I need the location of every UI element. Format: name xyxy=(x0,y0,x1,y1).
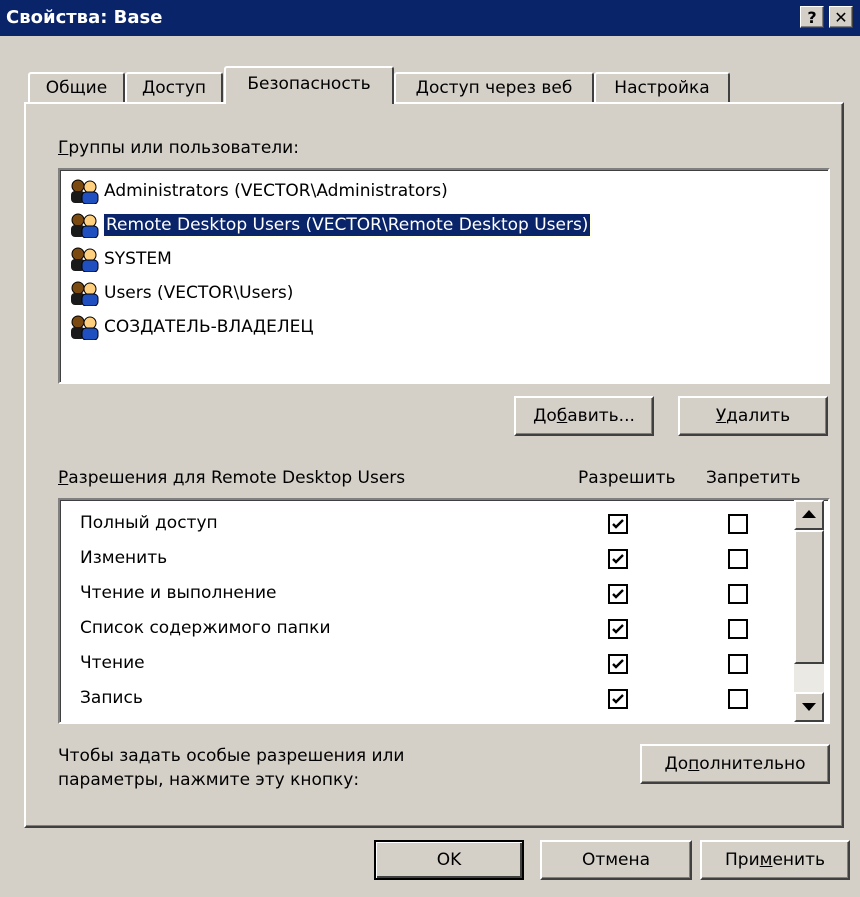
list-item-users[interactable]: Users (VECTOR\Users) xyxy=(68,276,297,310)
list-item-creator-owner[interactable]: СОЗДАТЕЛЬ-ВЛАДЕЛЕЦ xyxy=(68,310,318,344)
tab-web-sharing[interactable]: Доступ через веб xyxy=(394,72,594,102)
permissions-scrollbar[interactable] xyxy=(794,500,824,722)
tab-customize[interactable]: Настройка xyxy=(594,72,730,102)
window-title: Свойства: Base xyxy=(6,7,163,28)
tab-security[interactable]: Безопасность xyxy=(224,66,394,104)
security-panel: Группы или пользователи: Administrators … xyxy=(24,102,844,828)
ok-button[interactable]: OK xyxy=(374,840,524,880)
remove-button[interactable]: Удалить xyxy=(678,396,828,436)
advanced-hint: Чтобы задать особые разрешения или парам… xyxy=(58,746,405,790)
arrow-up-icon xyxy=(802,510,816,518)
list-item-remote-desktop-users[interactable]: Remote Desktop Users (VECTOR\Remote Desk… xyxy=(68,208,594,242)
deny-checkbox[interactable] xyxy=(728,549,748,569)
permission-row: Чтение и выполнение xyxy=(80,583,277,603)
permission-row: Запись xyxy=(80,688,143,708)
advanced-button[interactable]: Дополнительно xyxy=(640,744,830,784)
user-group-icon xyxy=(71,281,99,306)
scroll-down-button[interactable] xyxy=(794,692,824,722)
user-group-icon xyxy=(71,179,99,204)
allow-column-header: Разрешить xyxy=(578,468,676,488)
help-button[interactable]: ? xyxy=(800,6,824,28)
close-button[interactable]: ✕ xyxy=(829,6,853,28)
permission-row: Полный доступ xyxy=(80,513,218,533)
list-item-system[interactable]: SYSTEM xyxy=(68,242,176,276)
deny-checkbox[interactable] xyxy=(728,514,748,534)
allow-checkbox[interactable] xyxy=(608,514,628,534)
deny-checkbox[interactable] xyxy=(728,619,748,639)
arrow-down-icon xyxy=(802,703,816,711)
permission-row: Изменить xyxy=(80,548,168,568)
allow-checkbox[interactable] xyxy=(608,654,628,674)
list-item-administrators[interactable]: Administrators (VECTOR\Administrators) xyxy=(68,174,452,208)
deny-checkbox[interactable] xyxy=(728,654,748,674)
tab-general[interactable]: Общие xyxy=(28,72,125,102)
permissions-listbox[interactable]: Полный доступ Изменить Чтение и выполнен… xyxy=(58,498,830,724)
user-group-icon xyxy=(71,315,99,340)
groups-label: Группы или пользователи: xyxy=(58,138,299,158)
user-group-icon xyxy=(71,213,99,238)
deny-column-header: Запретить xyxy=(706,468,801,488)
apply-button[interactable]: Применить xyxy=(700,840,850,880)
add-button[interactable]: Добавить... xyxy=(514,396,654,436)
users-listbox[interactable]: Administrators (VECTOR\Administrators) R… xyxy=(58,168,830,384)
permissions-label: Разрешения для Remote Desktop Users xyxy=(58,468,406,488)
deny-checkbox[interactable] xyxy=(728,689,748,709)
scroll-thumb[interactable] xyxy=(794,530,824,664)
deny-checkbox[interactable] xyxy=(728,584,748,604)
scroll-up-button[interactable] xyxy=(794,500,824,530)
allow-checkbox[interactable] xyxy=(608,689,628,709)
allow-checkbox[interactable] xyxy=(608,584,628,604)
tab-sharing[interactable]: Доступ xyxy=(125,72,223,102)
user-group-icon xyxy=(71,247,99,272)
title-bar[interactable]: Свойства: Base ? ✕ xyxy=(0,0,860,36)
allow-checkbox[interactable] xyxy=(608,549,628,569)
allow-checkbox[interactable] xyxy=(608,619,628,639)
cancel-button[interactable]: Отмена xyxy=(540,840,692,880)
permission-row: Чтение xyxy=(80,653,145,673)
permission-row: Список содержимого папки xyxy=(80,618,331,638)
